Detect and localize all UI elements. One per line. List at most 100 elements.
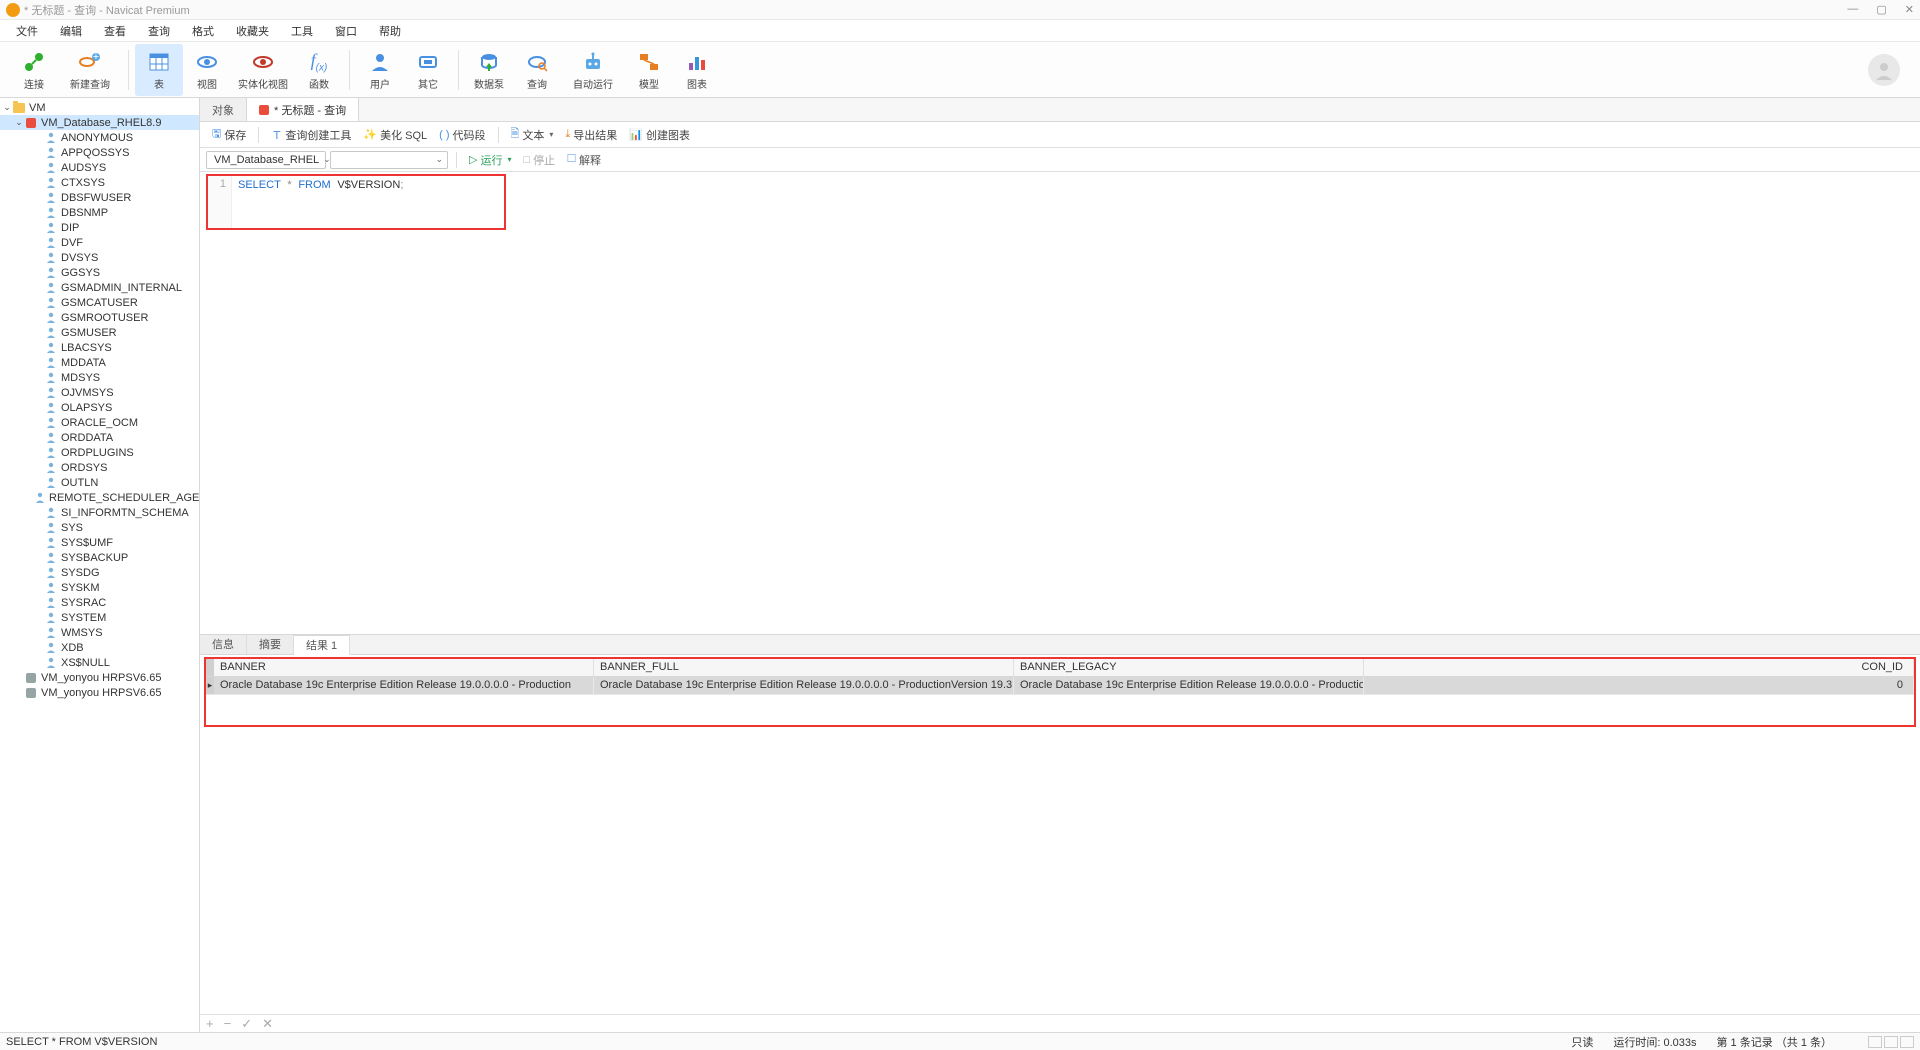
tree-other-connection[interactable]: VM_yonyou HRPSV6.65 [0,670,199,685]
tree-schema[interactable]: SYSKM [0,580,199,595]
minimize-button[interactable]: — [1847,3,1858,16]
query-builder-button[interactable]: Ｔ查询创建工具 [267,127,355,143]
tree-schema[interactable]: GSMCATUSER [0,295,199,310]
column-header[interactable]: BANNER_FULL [594,659,1014,676]
schema-combo[interactable]: ⌄ [330,151,448,169]
tree-schema[interactable]: XS$NULL [0,655,199,670]
menu-query[interactable]: 查询 [138,21,180,41]
sql-code[interactable]: SELECT * FROM V$VERSION; [232,176,504,228]
create-chart-button[interactable]: 📊创建图表 [625,127,694,143]
tree-schema[interactable]: GGSYS [0,265,199,280]
tree-connection[interactable]: ⌄ VM_Database_RHEL8.9 [0,115,199,130]
toolbar-model[interactable]: 模型 [625,44,673,96]
explain-button[interactable]: 🞎解释 [563,152,605,168]
toolbar-datapump[interactable]: 数据泵 [465,44,513,96]
run-button[interactable]: ▷运行▾ [465,152,515,168]
tree-schema[interactable]: ORDPLUGINS [0,445,199,460]
tree-schema[interactable]: SYSRAC [0,595,199,610]
toolbar-query[interactable]: 查询 [513,44,561,96]
menu-format[interactable]: 格式 [182,21,224,41]
table-row[interactable]: ▸ Oracle Database 19c Enterprise Edition… [206,677,1914,695]
cell-con-id[interactable]: 0 [1364,677,1914,694]
chevron-down-icon[interactable]: ⌄ [14,117,24,128]
text-button[interactable]: 🗎文本▾ [507,125,558,144]
export-button[interactable]: ⤓导出结果 [561,127,621,143]
tree-schema[interactable]: OLAPSYS [0,400,199,415]
view-mode-grid-icon[interactable] [1868,1036,1882,1048]
toolbar-matviews[interactable]: 实体化视图 [231,44,295,96]
column-header[interactable]: BANNER_LEGACY [1014,659,1364,676]
tree-schema[interactable]: SYSTEM [0,610,199,625]
cell-banner-legacy[interactable]: Oracle Database 19c Enterprise Edition R… [1014,677,1364,694]
sql-editor[interactable]: 1 SELECT * FROM V$VERSION; [200,172,1920,236]
add-row-button[interactable]: + [206,1016,214,1031]
menu-tools[interactable]: 工具 [281,21,323,41]
tree-schema[interactable]: LBACSYS [0,340,199,355]
close-button[interactable]: ✕ [1905,3,1914,16]
tree-schema[interactable]: SI_INFORMTN_SCHEMA [0,505,199,520]
tree-schema[interactable]: GSMUSER [0,325,199,340]
tree-schema[interactable]: AUDSYS [0,160,199,175]
tree-schema[interactable]: GSMROOTUSER [0,310,199,325]
tree-schema[interactable]: REMOTE_SCHEDULER_AGENT [0,490,199,505]
connection-combo[interactable]: VM_Database_RHEL⌄ [206,151,326,169]
toolbar-autorun[interactable]: 自动运行 [561,44,625,96]
delete-row-button[interactable]: − [224,1016,232,1031]
tree-schema[interactable]: DBSNMP [0,205,199,220]
tree-schema[interactable]: SYS$UMF [0,535,199,550]
tree-other-connection[interactable]: VM_yonyou HRPSV6.65 [0,685,199,700]
snippet-button[interactable]: ( )代码段 [435,127,489,143]
tree-schema[interactable]: DVF [0,235,199,250]
editor-empty-area[interactable] [200,236,1920,634]
results-tab-result1[interactable]: 结果 1 [294,635,350,655]
view-mode-form-icon[interactable] [1884,1036,1898,1048]
toolbar-others[interactable]: 其它 [404,44,452,96]
toolbar-users[interactable]: 用户 [356,44,404,96]
tree-schema[interactable]: DBSFWUSER [0,190,199,205]
tree-schema[interactable]: ORDSYS [0,460,199,475]
menu-view[interactable]: 查看 [94,21,136,41]
connection-tree[interactable]: ⌄ VM ⌄ VM_Database_RHEL8.9 ANONYMOUSAPPQ… [0,98,200,1032]
results-grid[interactable]: BANNER BANNER_FULL BANNER_LEGACY CON_ID … [204,657,1916,727]
cell-banner-full[interactable]: Oracle Database 19c Enterprise Edition R… [594,677,1014,694]
tree-schema[interactable]: ANONYMOUS [0,130,199,145]
column-header[interactable]: BANNER [214,659,594,676]
toolbar-new-query[interactable]: + 新建查询 [58,44,122,96]
save-button[interactable]: 🖫保存 [208,125,250,144]
results-tab-summary[interactable]: 摘要 [247,635,294,654]
tree-schema[interactable]: SYS [0,520,199,535]
tree-schema[interactable]: ORACLE_OCM [0,415,199,430]
tree-schema[interactable]: MDDATA [0,355,199,370]
tab-objects[interactable]: 对象 [200,98,247,121]
tree-schema[interactable]: DIP [0,220,199,235]
toolbar-views[interactable]: 视图 [183,44,231,96]
tree-schema[interactable]: CTXSYS [0,175,199,190]
tree-schema[interactable]: APPQOSSYS [0,145,199,160]
avatar[interactable] [1868,54,1900,86]
tree-schema[interactable]: OUTLN [0,475,199,490]
confirm-button[interactable]: ✓ [241,1016,252,1032]
toolbar-connect[interactable]: 连接 [10,44,58,96]
toolbar-functions[interactable]: f(x) 函数 [295,44,343,96]
tree-schema[interactable]: WMSYS [0,625,199,640]
tree-root[interactable]: ⌄ VM [0,100,199,115]
tree-schema[interactable]: XDB [0,640,199,655]
toolbar-chart[interactable]: 图表 [673,44,721,96]
beautify-button[interactable]: ✨美化 SQL [359,127,431,143]
tree-schema[interactable]: GSMADMIN_INTERNAL [0,280,199,295]
menu-favorites[interactable]: 收藏夹 [226,21,279,41]
results-tab-info[interactable]: 信息 [200,635,247,654]
menu-help[interactable]: 帮助 [369,21,411,41]
maximize-button[interactable]: ▢ [1876,3,1886,16]
cancel-button[interactable]: ✕ [262,1016,273,1032]
column-header[interactable]: CON_ID [1364,659,1914,676]
tree-schema[interactable]: ORDDATA [0,430,199,445]
tree-schema[interactable]: OJVMSYS [0,385,199,400]
tab-query[interactable]: * 无标题 - 查询 [247,98,359,121]
tree-schema[interactable]: SYSBACKUP [0,550,199,565]
tree-schema[interactable]: SYSDG [0,565,199,580]
menu-window[interactable]: 窗口 [325,21,367,41]
menu-file[interactable]: 文件 [6,21,48,41]
stop-button[interactable]: □停止 [519,152,559,168]
toolbar-tables[interactable]: 表 [135,44,183,96]
